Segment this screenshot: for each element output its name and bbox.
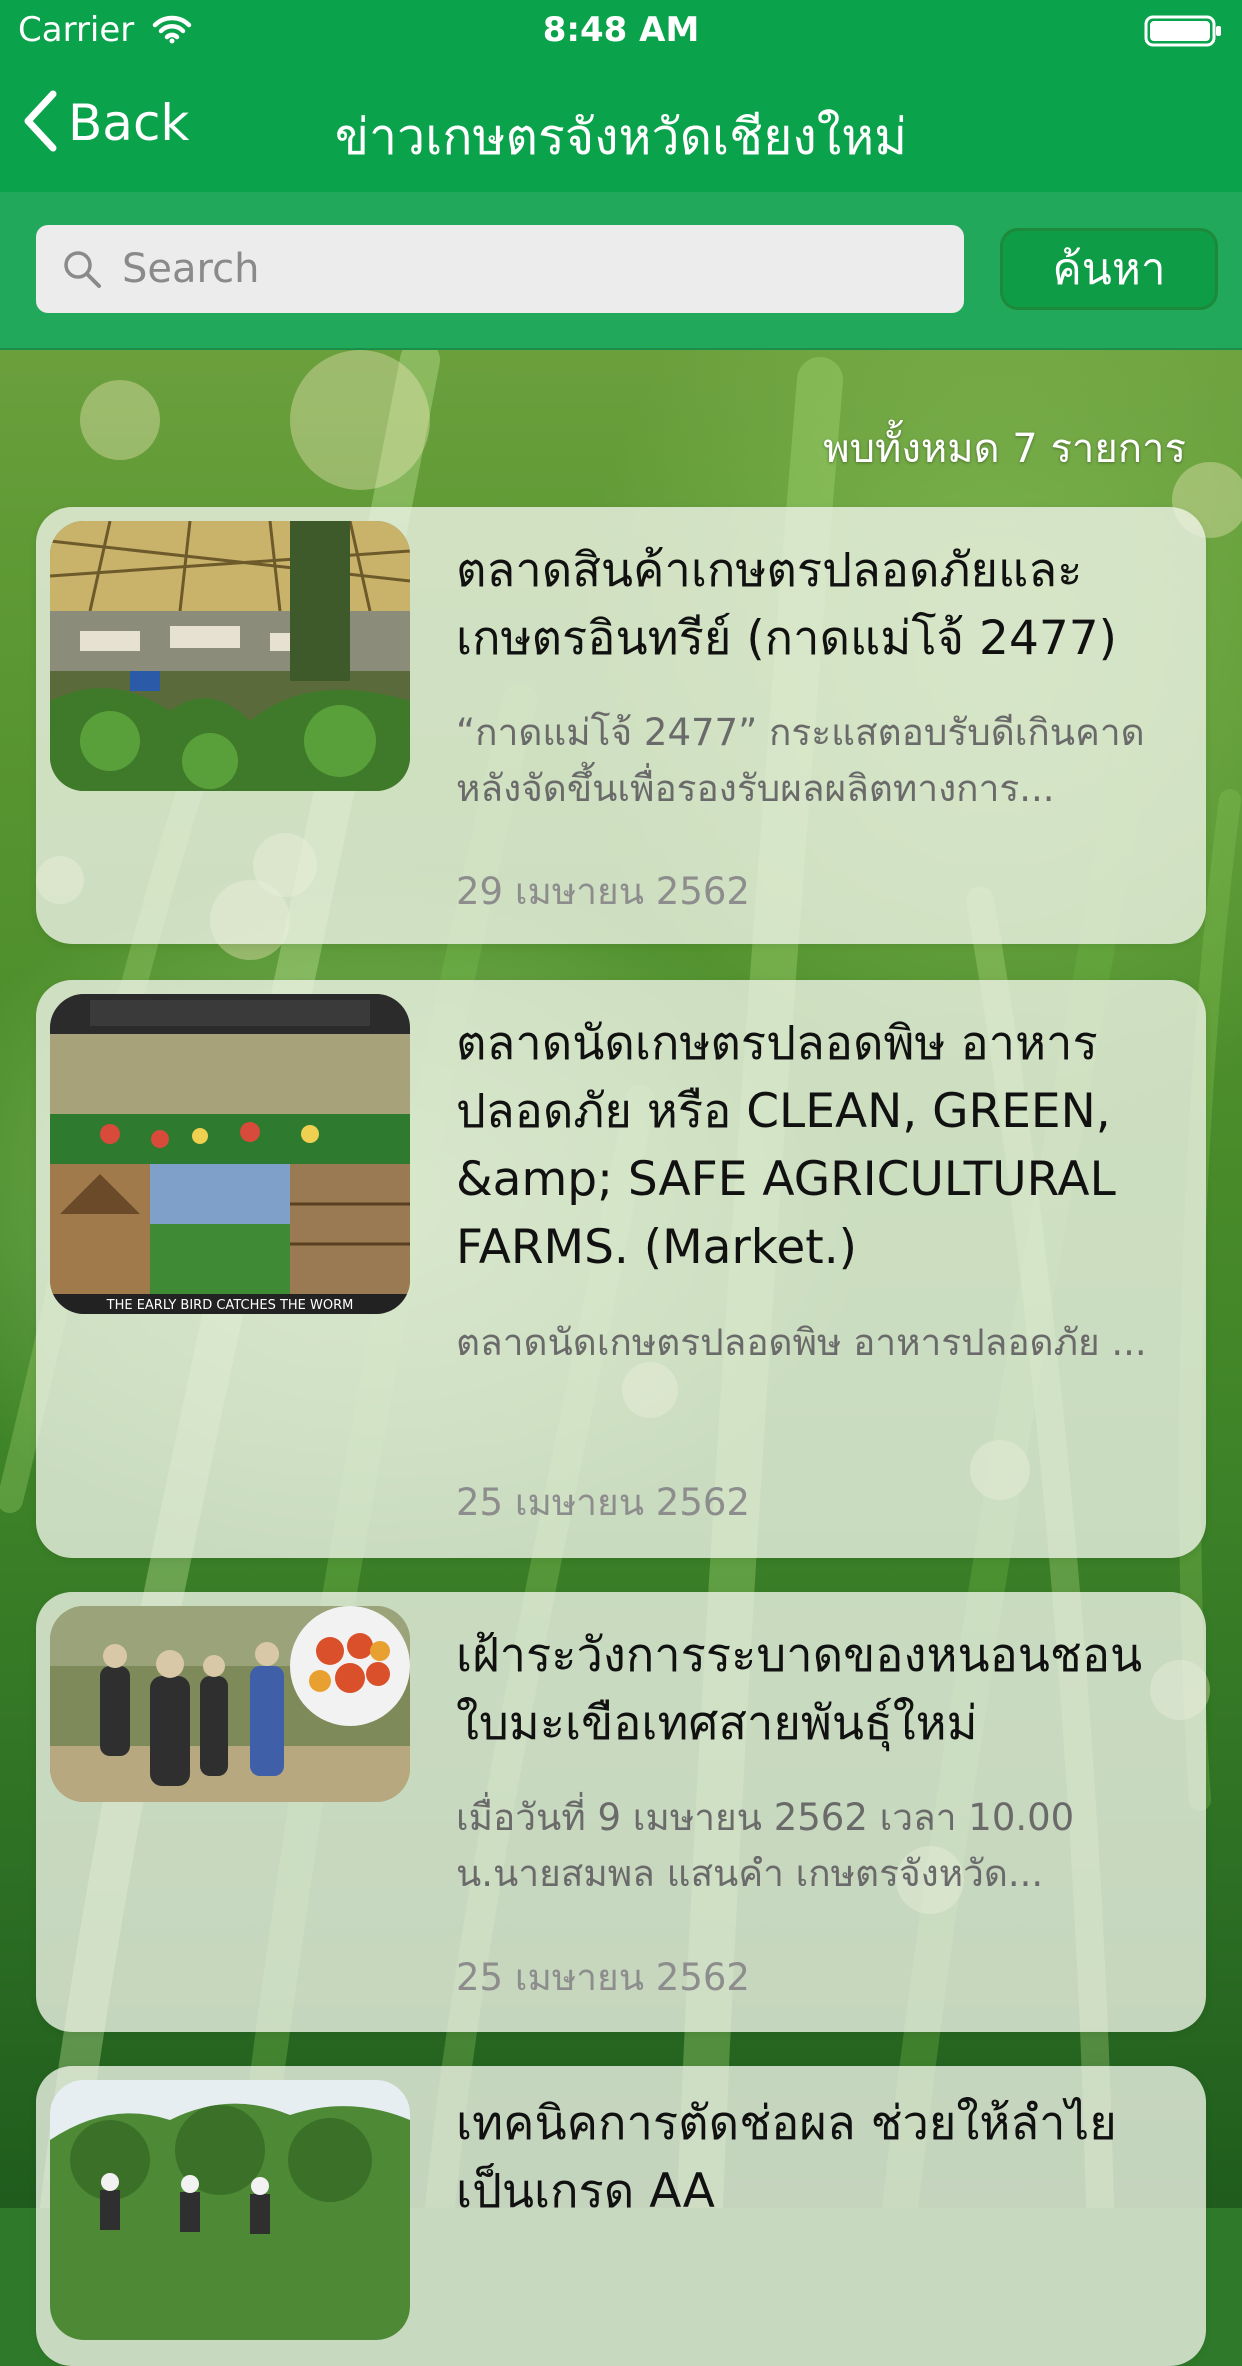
news-title: ตลาดสินค้าเกษตรปลอดภัยและเกษตรอินทรีย์ (… (456, 543, 1117, 666)
news-thumbnail (50, 2080, 410, 2340)
navigation-bar: Back ข่าวเกษตรจังหวัดเชียงใหม่ (0, 60, 1242, 192)
page-title: ข่าวเกษตรจังหวัดเชียงใหม่ (334, 108, 908, 166)
news-card[interactable]: เทคนิคการตัดช่อผล ช่วยให้ลำไยเป็นเกรด AA (36, 2066, 1206, 2366)
news-thumbnail (50, 1606, 410, 1802)
news-description: เมื่อวันที่ 9 เมษายน 2562 เวลา 10.00 น.น… (456, 1796, 1075, 1895)
news-title: เทคนิคการตัดช่อผล ช่วยให้ลำไยเป็นเกรด AA (456, 2096, 1117, 2219)
chevron-left-icon (22, 90, 58, 156)
search-icon (62, 249, 102, 289)
status-time: 8:48 AM (542, 10, 700, 50)
news-title: เฝ้าระวังการระบาดของหนอนชอนใบมะเขือเทศสา… (456, 1628, 1143, 1751)
news-card[interactable]: THE EARLY BIRD CATCHES THE WORM ตลาดนัดเ… (36, 980, 1206, 1558)
search-bar: ค้นหา (0, 192, 1242, 350)
search-button[interactable]: ค้นหา (1000, 228, 1218, 310)
news-description: ตลาดนัดเกษตรปลอดพิษ อาหารปลอดภัย ... (456, 1321, 1147, 1364)
status-bar: Carrier 8:48 AM (0, 0, 1242, 60)
image-caption: THE EARLY BIRD CATCHES THE WORM (106, 1298, 354, 1313)
news-thumbnail: THE EARLY BIRD CATCHES THE WORM (50, 994, 410, 1314)
battery-icon (1144, 14, 1224, 52)
search-input[interactable] (120, 245, 924, 293)
search-box[interactable] (36, 225, 964, 313)
result-count: พบทั้งหมด 7 รายการ (823, 426, 1186, 472)
news-date: 25 เมษายน 2562 (456, 1481, 750, 1524)
news-date: 25 เมษายน 2562 (456, 1956, 750, 1999)
news-description: “กาดแม่โจ้ 2477” กระแสตอบรับดีเกินคาด หล… (456, 711, 1145, 810)
news-card[interactable]: ตลาดสินค้าเกษตรปลอดภัยและเกษตรอินทรีย์ (… (36, 507, 1206, 944)
news-title: ตลาดนัดเกษตรปลอดพิษ อาหารปลอดภัย หรือ CL… (456, 1016, 1116, 1275)
news-thumbnail (50, 521, 410, 791)
news-card[interactable]: เฝ้าระวังการระบาดของหนอนชอนใบมะเขือเทศสา… (36, 1592, 1206, 2032)
news-date: 29 เมษายน 2562 (456, 870, 750, 913)
